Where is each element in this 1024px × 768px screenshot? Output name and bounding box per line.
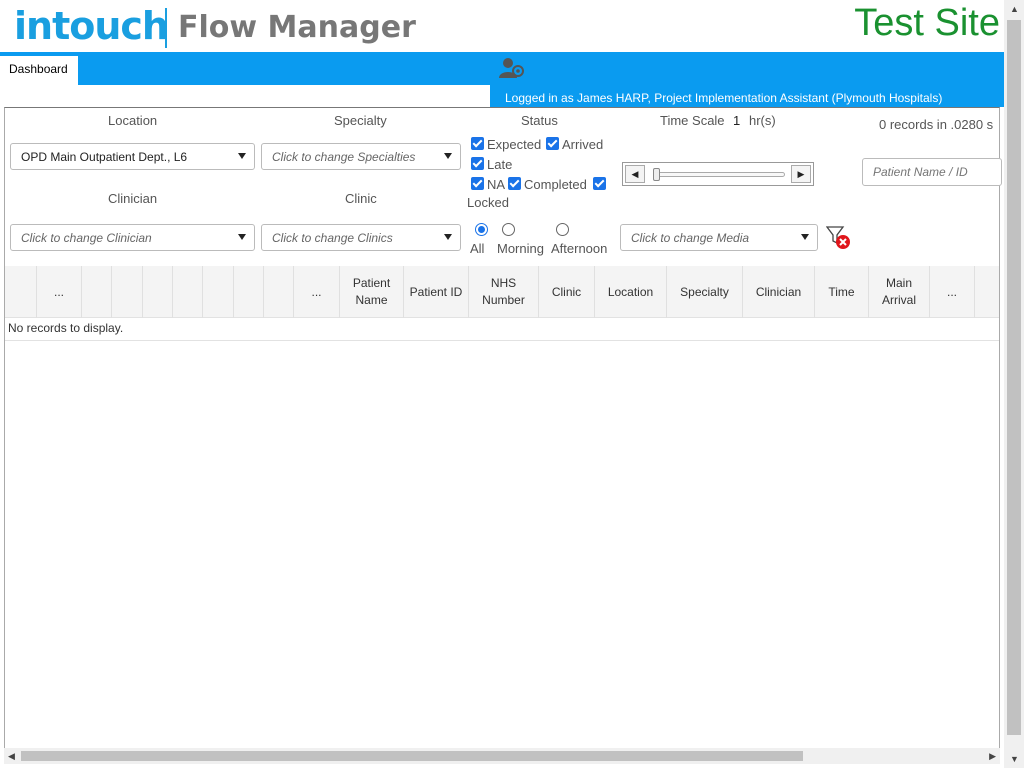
grid-col-specialty[interactable]: Specialty [667,266,743,318]
grid-col-select[interactable] [5,266,37,318]
flow-manager-app: intouch Flow Manager Test Site Dashboard… [0,0,1004,768]
grid-col-blank[interactable] [234,266,264,318]
status-completed-label: Completed [524,177,587,192]
grid-col-more[interactable]: ... [930,266,975,318]
status-late-label: Late [487,157,513,172]
status-locked-label: Locked [467,195,509,210]
session-afternoon-radio[interactable] [556,223,569,236]
clinician-label: Clinician [108,191,158,206]
grid-col-blank[interactable] [82,266,112,318]
grid-header: ... ... Patient Name Patient ID NHS Numb… [5,266,999,318]
location-label: Location [108,113,158,128]
status-arrived-label: Arrived [562,137,604,152]
grid-col-time[interactable]: Time [815,266,869,318]
location-select[interactable]: OPD Main Outpatient Dept., L6 [10,143,255,170]
grid-col-nhs-number[interactable]: NHS Number [469,266,539,318]
patient-search-input[interactable] [862,158,1002,186]
status-expected-label: Expected [487,137,542,152]
grid-col-blank[interactable] [112,266,143,318]
slider-right-arrow-icon[interactable]: ▶ [791,165,811,183]
status-late-checkbox[interactable] [471,157,484,170]
grid-col-patient-id[interactable]: Patient ID [404,266,469,318]
chevron-down-icon [801,234,809,240]
clear-filter-icon[interactable] [825,226,852,250]
grid-col-clinic[interactable]: Clinic [539,266,595,318]
status-na-checkbox[interactable] [471,177,484,190]
logo-separator [165,8,167,48]
specialty-select[interactable]: Click to change Specialties [261,143,461,170]
grid-col-more[interactable]: ... [294,266,340,318]
grid-col-clinician[interactable]: Clinician [743,266,815,318]
grid-col-more[interactable]: ... [37,266,82,318]
grid-col-blank[interactable] [264,266,294,318]
clinic-select[interactable]: Click to change Clinics [261,224,461,251]
session-all-label: All [470,241,485,256]
clinic-label: Clinic [345,191,377,206]
status-na-label: NA [487,177,506,192]
status-arrived-checkbox[interactable] [546,137,559,150]
horizontal-scroll-thumb[interactable] [21,751,803,761]
specialty-label: Specialty [334,113,387,128]
grid-col-blank[interactable] [143,266,173,318]
time-scale-slider[interactable]: ◀ ▶ [622,162,814,186]
vertical-scroll-thumb[interactable] [1007,20,1021,735]
slider-left-arrow-icon[interactable]: ◀ [625,165,645,183]
time-scale-label: Time Scale [660,113,725,128]
scroll-up-icon[interactable]: ▲ [1010,4,1019,14]
test-site-label: Test Site [854,2,1000,44]
status-locked-checkbox[interactable] [593,177,606,190]
session-afternoon-label: Afternoon [551,241,608,256]
clinic-placeholder: Click to change Clinics [272,231,393,245]
empty-grid-message: No records to display. [8,321,124,335]
status-expected-checkbox[interactable] [471,137,484,150]
scroll-down-icon[interactable]: ▼ [1010,754,1019,764]
tab-dashboard[interactable]: Dashboard [0,56,78,85]
media-placeholder: Click to change Media [631,231,750,245]
media-select[interactable]: Click to change Media [620,224,818,251]
scroll-left-icon[interactable]: ◀ [8,751,15,762]
grid-col-blank[interactable] [173,266,203,318]
horizontal-scrollbar[interactable]: ◀ ▶ [4,748,1000,764]
intouch-logo: intouch [14,4,169,48]
clinician-select[interactable]: Click to change Clinician [10,224,255,251]
chevron-down-icon [444,234,452,240]
chevron-down-icon [238,153,246,159]
grid-col-location[interactable]: Location [595,266,667,318]
time-scale-unit: hr(s) [749,113,776,128]
grid-col-blank[interactable] [203,266,234,318]
chevron-down-icon [444,153,452,159]
time-scale-value: 1 [733,113,741,128]
user-gear-icon[interactable] [499,57,525,79]
records-info: 0 records in .0280 s [879,117,994,132]
vertical-scrollbar[interactable]: ▲ ▼ [1004,0,1024,768]
session-all-radio[interactable] [475,223,488,236]
specialty-placeholder: Click to change Specialties [272,150,416,164]
divider [5,340,999,341]
header: intouch Flow Manager Test Site [0,0,1004,52]
scroll-right-icon[interactable]: ▶ [989,751,996,762]
session-morning-label: Morning [497,241,544,256]
slider-thumb[interactable] [653,168,660,181]
clinician-placeholder: Click to change Clinician [21,231,152,245]
grid-col-main-arrival[interactable]: Main Arrival [869,266,930,318]
session-morning-radio[interactable] [502,223,515,236]
location-value: OPD Main Outpatient Dept., L6 [21,150,188,164]
chevron-down-icon [238,234,246,240]
status-completed-checkbox[interactable] [508,177,521,190]
grid-col-patient-name[interactable]: Patient Name [340,266,404,318]
login-info: Logged in as James HARP, Project Impleme… [490,85,1004,107]
slider-track[interactable] [653,172,785,177]
product-title: Flow Manager [178,10,416,45]
status-label: Status [521,113,558,128]
